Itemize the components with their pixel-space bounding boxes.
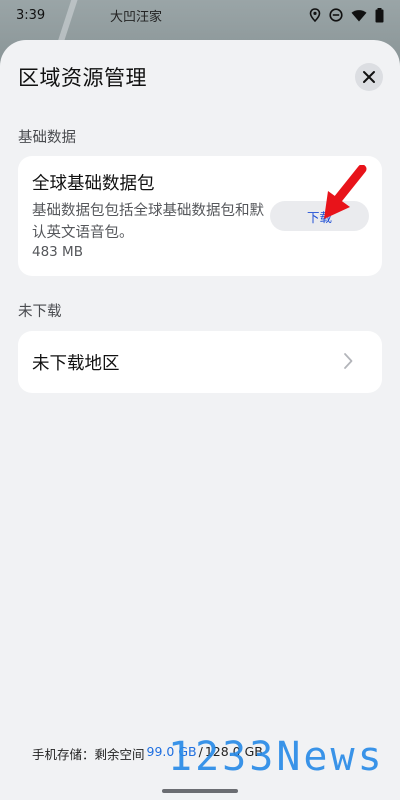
status-icons (309, 7, 384, 23)
annotation-arrow-icon (324, 165, 367, 219)
status-time: 3:39 (16, 7, 46, 23)
not-downloaded-regions-label: 未下载地区 (32, 354, 120, 374)
package-size: 483 MB (32, 244, 83, 260)
section-label-not-downloaded: 未下载 (18, 304, 62, 320)
status-bar: 3:39 (0, 0, 400, 30)
package-description: 基础数据包包括全球基础数据包和默认英文语音包。 (32, 203, 264, 241)
region-resource-sheet: 区域资源管理 基础数据 全球基础数据包 基础数据包包括全球基础数据包和默认英文语… (0, 40, 400, 800)
do-not-disturb-icon (329, 8, 343, 22)
close-button[interactable] (355, 63, 383, 91)
sheet-title: 区域资源管理 (18, 66, 147, 90)
chevron-right-icon (344, 353, 353, 369)
not-downloaded-regions-row[interactable]: 未下载地区 (18, 331, 382, 393)
home-indicator[interactable] (162, 789, 238, 793)
close-icon (363, 71, 375, 83)
storage-prefix: 手机存储：剩余空间 (32, 747, 145, 762)
watermark-logo: 1233News (168, 734, 385, 780)
section-label-basic-data: 基础数据 (18, 130, 76, 146)
location-icon (309, 8, 321, 22)
battery-icon (375, 7, 384, 23)
wifi-icon (351, 9, 367, 22)
package-title: 全球基础数据包 (32, 174, 155, 194)
